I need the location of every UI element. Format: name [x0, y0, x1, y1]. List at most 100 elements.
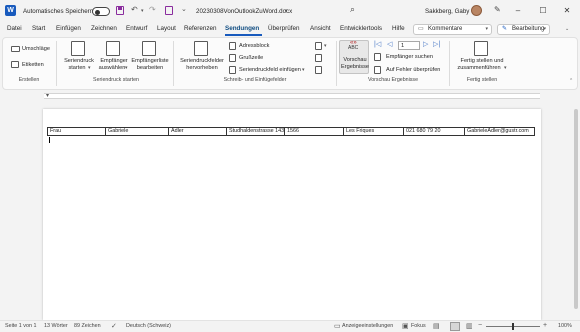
focus-icon[interactable]: ▣	[402, 322, 409, 330]
cell-plz[interactable]: 1566	[284, 127, 344, 136]
indent-marker-icon[interactable]: ▾	[46, 92, 49, 99]
einfuegen-chevron-icon[interactable]: ▾	[302, 67, 305, 73]
felder-hervorheben-label-1[interactable]: Seriendruckfelder	[177, 58, 227, 65]
customize-qat-icon[interactable]: ⌄	[181, 5, 187, 13]
fertig-stellen-label-2[interactable]: zusammenführen	[451, 65, 507, 72]
language[interactable]: Deutsch (Schweiz)	[126, 323, 171, 329]
record-number-input[interactable]: 1	[398, 41, 420, 50]
comments-label: Kommentare	[428, 26, 463, 32]
tab-start[interactable]: Start	[32, 25, 45, 32]
group-separator	[449, 41, 450, 86]
fertig-stellen-label-1[interactable]: Fertig stellen und	[451, 58, 513, 65]
cell-nachname[interactable]: Adler	[168, 127, 227, 136]
umschlaege-button[interactable]: Umschläge	[22, 46, 50, 53]
document-title[interactable]: 20230308VonOutlookZuWord.docx	[196, 8, 292, 15]
focus-mode[interactable]: Fokus	[411, 323, 426, 329]
proofing-icon[interactable]: ✓	[111, 322, 117, 330]
update-labels-icon[interactable]	[315, 66, 322, 74]
zoom-out-icon[interactable]: −	[478, 322, 482, 329]
save-as-icon[interactable]	[165, 6, 173, 15]
undo-icon[interactable]: ↶	[131, 5, 138, 14]
search-icon[interactable]: ⌕	[350, 4, 355, 15]
tab-entwicklertools[interactable]: Entwicklertools	[340, 25, 382, 32]
empfaenger-auswaehlen-label-1[interactable]: Empfänger	[95, 58, 133, 65]
group-separator	[173, 41, 174, 86]
group-label-schreib-und-einfuegefelder: Schreib- und Einfügefelder	[223, 77, 287, 83]
print-layout-icon[interactable]	[450, 322, 460, 331]
adressblock-button[interactable]: Adressblock	[239, 43, 269, 50]
empfaenger-auswaehlen-chevron-icon[interactable]: ▾	[125, 65, 128, 71]
word-count[interactable]: 13 Wörter	[44, 323, 68, 329]
empfaengerliste-bearbeiten-label-1[interactable]: Empfängerliste	[131, 58, 169, 65]
tab-sendungen[interactable]: Sendungen	[225, 25, 259, 32]
ribbon-pin-icon[interactable]: ⌃	[569, 78, 573, 84]
minimize-icon[interactable]: –	[505, 0, 531, 22]
ribbon-collapse-icon[interactable]: ⌄	[565, 26, 569, 32]
edit-recipient-list-icon	[142, 41, 156, 56]
user-name[interactable]: Sakkberg, Gaby	[425, 8, 469, 15]
first-record-icon[interactable]: |◁	[374, 41, 381, 49]
tab-entwurf[interactable]: Entwurf	[126, 25, 147, 32]
tab-ansicht[interactable]: Ansicht	[310, 25, 331, 32]
seriendruck-starten-label-1[interactable]: Seriendruck	[59, 58, 99, 65]
cell-vorname[interactable]: Gabriele	[105, 127, 169, 136]
document-page[interactable]: Frau Gabriele Adler Studhaldenstrasse 14…	[43, 109, 541, 320]
horizontal-ruler[interactable]: ▾	[0, 91, 580, 101]
tab-referenzen[interactable]: Referenzen	[184, 25, 217, 32]
autosave-toggle[interactable]	[92, 7, 110, 16]
cell-email[interactable]: GabrieleAdler@gustr.com	[464, 127, 535, 136]
vorschau-ergebnisse-button[interactable]: ABC «» Vorschau Ergebnisse	[339, 40, 369, 74]
zoom-slider-thumb[interactable]	[512, 323, 514, 330]
cell-telefon[interactable]: 021 680 79 20	[403, 127, 465, 136]
save-icon[interactable]	[116, 6, 124, 15]
tab-datei[interactable]: Datei	[7, 25, 22, 32]
avatar[interactable]	[471, 5, 482, 16]
vertical-scrollbar[interactable]	[572, 101, 580, 320]
last-record-icon[interactable]: ▷|	[433, 41, 440, 49]
group-label-vorschau-ergebnisse: Vorschau Ergebnisse	[367, 77, 419, 83]
tab-zeichnen[interactable]: Zeichnen	[91, 25, 117, 32]
etiketten-button[interactable]: Etiketten	[22, 62, 44, 69]
title-dropdown-icon[interactable]: ▾	[285, 8, 288, 14]
empfaenger-auswaehlen-label-2[interactable]: auswählen	[95, 65, 129, 72]
rules-icon[interactable]	[315, 42, 322, 50]
previous-record-icon[interactable]: ◁	[387, 41, 392, 49]
page-count[interactable]: Seite 1 von 1	[5, 323, 36, 329]
mail-merge-start-icon	[71, 41, 85, 56]
scrollbar-thumb[interactable]	[574, 109, 578, 309]
maximize-icon[interactable]: ☐	[530, 0, 556, 22]
cell-anrede[interactable]: Frau	[47, 127, 106, 136]
cell-strasse[interactable]: Studhaldenstrasse 143	[226, 127, 285, 136]
read-mode-icon[interactable]: ▤	[433, 322, 440, 330]
web-layout-icon[interactable]: ▥	[466, 322, 473, 330]
tab-layout[interactable]: Layout	[157, 25, 176, 32]
grusszeile-button[interactable]: Grußzeile	[239, 55, 263, 62]
word-logo-icon[interactable]: W	[5, 5, 16, 16]
zoom-slider[interactable]	[486, 323, 540, 330]
tab-hilfe[interactable]: Hilfe	[392, 25, 405, 32]
seriendruck-starten-chevron-icon[interactable]: ▾	[88, 65, 91, 71]
tab-ueberpruefen[interactable]: Überprüfen	[268, 25, 300, 32]
tab-einfuegen[interactable]: Einfügen	[56, 25, 81, 32]
char-count[interactable]: 89 Zeichen	[74, 323, 101, 329]
pen-icon[interactable]: ✎	[494, 5, 501, 14]
empfaengerliste-bearbeiten-label-2[interactable]: bearbeiten	[131, 65, 169, 72]
zoom-level[interactable]: 100%	[558, 323, 572, 329]
match-fields-icon[interactable]	[315, 54, 322, 62]
fertig-stellen-chevron-icon[interactable]: ▾	[504, 65, 507, 71]
comments-button[interactable]: ▭ Kommentare ▾	[413, 24, 492, 35]
seriendruckfeld-einfuegen-button[interactable]: Seriendruckfeld einfügen	[239, 67, 301, 74]
next-record-icon[interactable]: ▷	[423, 41, 428, 49]
close-icon[interactable]: ✕	[554, 0, 580, 22]
empfaenger-suchen-button[interactable]: Empfänger suchen	[386, 54, 433, 61]
display-settings[interactable]: Anzeigeeinstellungen	[342, 323, 393, 329]
cell-ort[interactable]: Les Friques	[343, 127, 404, 136]
display-settings-icon[interactable]: ▭	[334, 322, 341, 330]
undo-dropdown-icon[interactable]: ▾	[141, 8, 144, 14]
editing-mode-button[interactable]: ✎ Bearbeitung ▾	[497, 24, 550, 35]
rules-chevron-icon[interactable]: ▾	[324, 43, 327, 49]
zoom-in-icon[interactable]: +	[543, 322, 547, 329]
redo-icon[interactable]: ↷	[149, 5, 156, 14]
felder-hervorheben-label-2[interactable]: hervorheben	[177, 65, 227, 72]
auf-fehler-ueberpruefen-button[interactable]: Auf Fehler überprüfen	[386, 67, 440, 74]
